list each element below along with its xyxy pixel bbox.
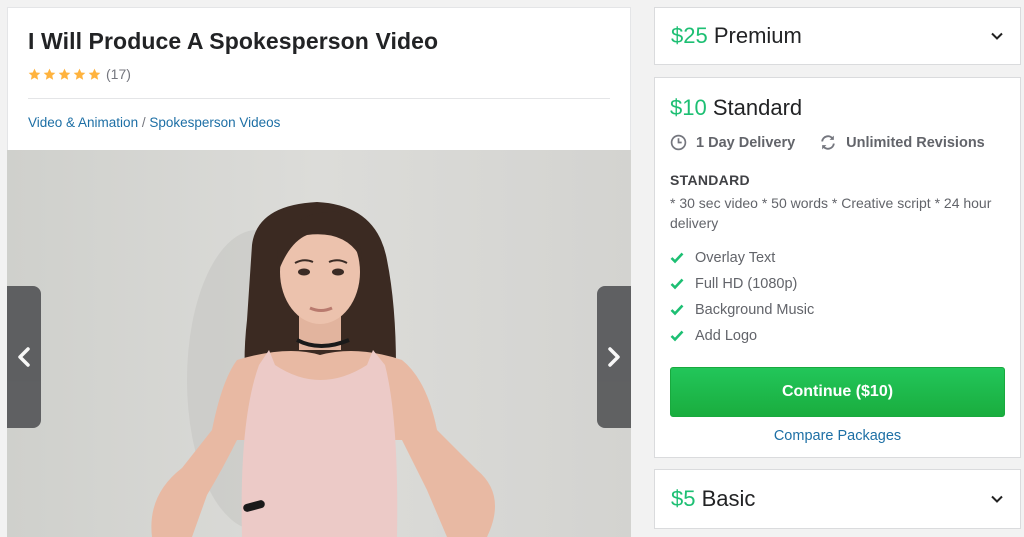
breadcrumb-separator: / (138, 115, 150, 130)
package-premium-title: $25 Premium (671, 23, 802, 49)
gig-title: I Will Produce A Spokesperson Video (28, 28, 439, 54)
package-premium-price: $25 (671, 23, 708, 48)
feature-label: Overlay Text (695, 250, 776, 266)
package-basic-name: Basic (701, 486, 756, 511)
chevron-down-icon (991, 495, 1003, 503)
delivery-time-label: 1 Day Delivery (696, 134, 796, 151)
gallery-next-button[interactable] (597, 286, 631, 428)
gallery-image (7, 150, 631, 537)
feature-item: Add Logo (670, 323, 814, 349)
package-premium[interactable]: $25 Premium (654, 7, 1021, 65)
star-icon (28, 68, 41, 80)
breadcrumb-category-link[interactable]: Video & Animation (28, 115, 138, 130)
star-icon (88, 68, 101, 80)
package-basic-price: $5 (671, 486, 696, 511)
package-standard-label: STANDARD (670, 172, 750, 188)
package-standard-title: $10 Standard (670, 95, 802, 121)
package-basic[interactable]: $5 Basic (654, 469, 1021, 529)
rating[interactable]: (17) (28, 66, 131, 82)
clock-icon (670, 134, 687, 151)
check-icon (670, 304, 684, 316)
gig-gallery (7, 150, 631, 537)
feature-item: Background Music (670, 297, 814, 323)
package-standard-price: $10 (670, 95, 707, 120)
chevron-right-icon (608, 347, 620, 367)
star-icon (73, 68, 86, 80)
refresh-icon (821, 135, 835, 150)
chevron-left-icon (18, 347, 30, 367)
chevron-down-icon (991, 32, 1003, 40)
package-standard-name: Standard (712, 95, 803, 120)
feature-list: Overlay Text Full HD (1080p) Background … (670, 245, 814, 349)
star-icon (58, 68, 71, 80)
rating-count: (17) (106, 66, 131, 82)
breadcrumb: Video & Animation / Spokesperson Videos (28, 115, 280, 130)
breadcrumb-subcategory-link[interactable]: Spokesperson Videos (149, 115, 280, 130)
feature-label: Full HD (1080p) (695, 276, 798, 292)
check-icon (670, 252, 684, 264)
package-basic-title: $5 Basic (671, 486, 755, 512)
package-premium-name: Premium (713, 23, 802, 48)
gallery-prev-button[interactable] (7, 286, 41, 428)
compare-packages-link[interactable]: Compare Packages (655, 428, 1020, 444)
package-standard: $10 Standard 1 Day Delivery Unlimited Re… (654, 77, 1021, 458)
feature-item: Overlay Text (670, 245, 814, 271)
check-icon (670, 278, 684, 290)
star-icon (43, 68, 56, 80)
revisions-label: Unlimited Revisions (846, 134, 985, 151)
feature-item: Full HD (1080p) (670, 271, 814, 297)
continue-button[interactable]: Continue ($10) (670, 367, 1005, 417)
gig-header: I Will Produce A Spokesperson Video (17)… (7, 7, 631, 150)
divider (28, 98, 610, 99)
check-icon (670, 330, 684, 342)
revisions: Unlimited Revisions (819, 134, 985, 151)
feature-label: Background Music (695, 302, 815, 318)
delivery-time: 1 Day Delivery (670, 134, 795, 151)
package-standard-description: * 30 sec video * 50 words * Creative scr… (670, 195, 992, 231)
package-meta: 1 Day Delivery Unlimited Revisions (670, 134, 1009, 151)
feature-label: Add Logo (695, 328, 758, 344)
